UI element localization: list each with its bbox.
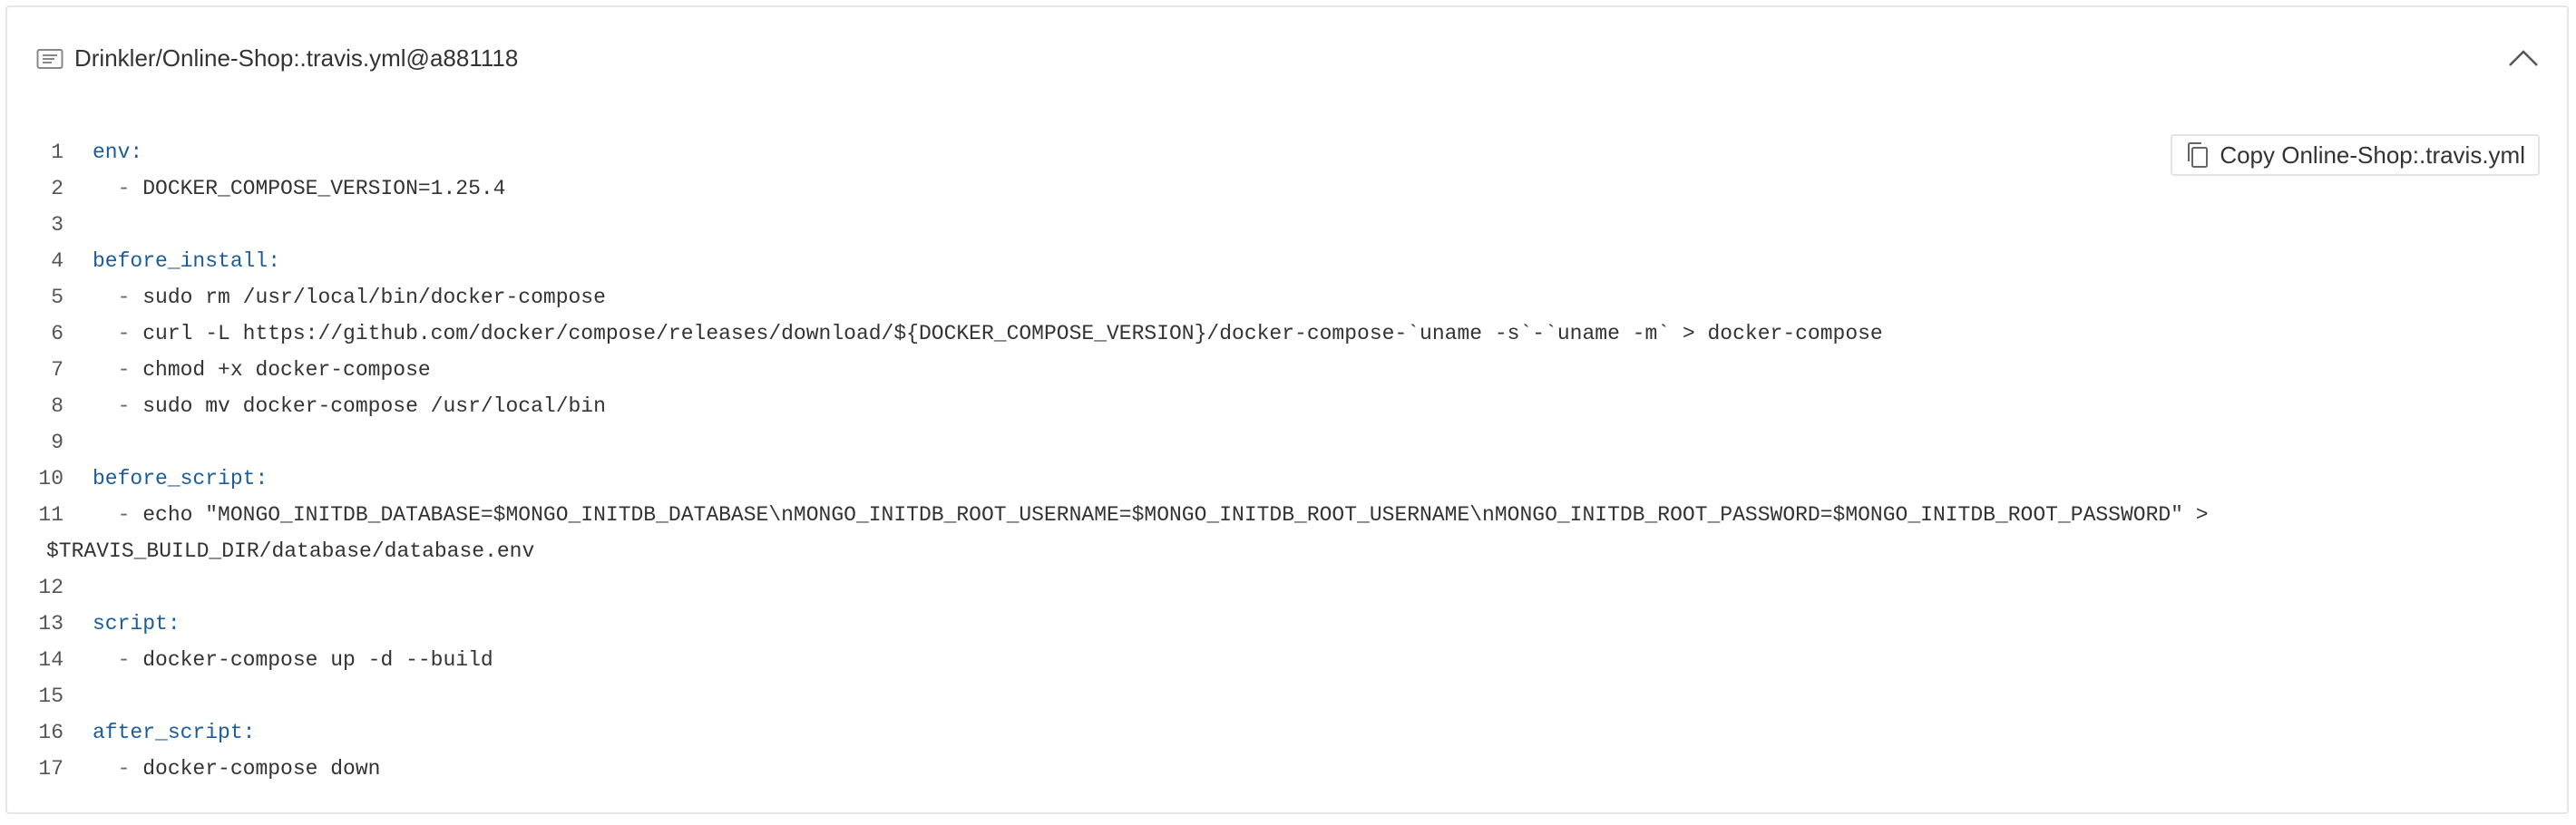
- line-number: 6: [51, 322, 63, 345]
- code-line: 5 - sudo rm /usr/local/bin/docker-compos…: [7, 279, 2567, 315]
- line-number: 9: [51, 431, 63, 454]
- yaml-value: sudo mv docker-compose /usr/local/bin: [142, 394, 606, 418]
- line-number: 1: [51, 141, 63, 164]
- file-title: Drinkler/Online-Shop:.travis.yml@a881118: [74, 44, 519, 72]
- line-number: 2: [51, 177, 63, 200]
- line-content: - echo "MONGO_INITDB_DATABASE=$MONGO_INI…: [93, 497, 2209, 533]
- line-content: after_script:: [93, 714, 255, 751]
- line-content: - sudo rm /usr/local/bin/docker-compose: [93, 279, 606, 315]
- line-content: - docker-compose up -d --build: [93, 642, 493, 678]
- yaml-list-dash: -: [93, 286, 143, 309]
- line-number: 16: [38, 721, 63, 744]
- yaml-list-dash: -: [93, 394, 143, 418]
- line-content: - DOCKER_COMPOSE_VERSION=1.25.4: [93, 170, 506, 207]
- yaml-key: env: [93, 141, 131, 164]
- line-content: before_script:: [93, 461, 268, 497]
- file-code-icon: [36, 49, 63, 69]
- line-number: 8: [51, 394, 63, 418]
- code-line: 10 before_script:: [7, 461, 2567, 497]
- code-line: 1 env:: [7, 134, 2567, 170]
- line-content: - chmod +x docker-compose: [93, 352, 431, 388]
- line-number: 4: [51, 249, 63, 273]
- yaml-list-dash: -: [93, 503, 143, 527]
- line-number: 11: [38, 503, 63, 527]
- yaml-colon: :: [167, 612, 181, 636]
- wrapped-continuation: $TRAVIS_BUILD_DIR/database/database.env: [46, 539, 535, 563]
- code-line: 13 script:: [7, 606, 2567, 642]
- line-content: before_install:: [93, 243, 280, 279]
- yaml-value: docker-compose down: [142, 757, 381, 781]
- code-line: 15: [7, 678, 2567, 714]
- yaml-colon: :: [242, 721, 256, 744]
- yaml-value: DOCKER_COMPOSE_VERSION=1.25.4: [142, 177, 506, 200]
- yaml-list-dash: -: [93, 322, 143, 345]
- line-content: env:: [93, 134, 142, 170]
- code-line-wrap: $TRAVIS_BUILD_DIR/database/database.env: [7, 533, 2567, 569]
- line-number: 15: [38, 684, 63, 708]
- line-number: 3: [51, 213, 63, 237]
- yaml-value: echo "MONGO_INITDB_DATABASE=$MONGO_INITD…: [142, 503, 2209, 527]
- code-line: 8 - sudo mv docker-compose /usr/local/bi…: [7, 388, 2567, 424]
- yaml-key: after_script: [93, 721, 243, 744]
- code-line: 17 - docker-compose down: [7, 751, 2567, 787]
- code-line: 4 before_install:: [7, 243, 2567, 279]
- code-line: 9: [7, 424, 2567, 461]
- line-number: 14: [38, 648, 63, 672]
- line-content: - docker-compose down: [93, 751, 381, 787]
- line-number: 5: [51, 286, 63, 309]
- embed-header: Drinkler/Online-Shop:.travis.yml@a881118: [7, 7, 2567, 102]
- line-content: script:: [93, 606, 181, 642]
- code-embed-panel: Drinkler/Online-Shop:.travis.yml@a881118…: [5, 5, 2569, 814]
- yaml-value: docker-compose up -d --build: [142, 648, 493, 672]
- code-line: 16 after_script:: [7, 714, 2567, 751]
- line-number: 7: [51, 358, 63, 382]
- code-line: 11 - echo "MONGO_INITDB_DATABASE=$MONGO_…: [7, 497, 2567, 533]
- yaml-value: curl -L https://github.com/docker/compos…: [142, 322, 1883, 345]
- yaml-value: chmod +x docker-compose: [142, 358, 431, 382]
- code-line: 2 - DOCKER_COMPOSE_VERSION=1.25.4: [7, 170, 2567, 207]
- yaml-list-dash: -: [93, 757, 143, 781]
- line-content: - curl -L https://github.com/docker/comp…: [93, 315, 1883, 352]
- line-number: 10: [38, 467, 63, 490]
- line-number: 17: [38, 757, 63, 781]
- yaml-colon: :: [255, 467, 268, 490]
- code-line: 7 - chmod +x docker-compose: [7, 352, 2567, 388]
- yaml-colon: :: [268, 249, 281, 273]
- yaml-list-dash: -: [93, 177, 143, 200]
- line-number: 13: [38, 612, 63, 636]
- yaml-key: before_script: [93, 467, 256, 490]
- code-line: 12: [7, 569, 2567, 606]
- yaml-key: script: [93, 612, 168, 636]
- yaml-key: before_install: [93, 249, 268, 273]
- yaml-colon: :: [130, 141, 143, 164]
- code-block: 1 env: 2 - DOCKER_COMPOSE_VERSION=1.25.4 3 4…: [7, 134, 2567, 787]
- yaml-list-dash: -: [93, 648, 143, 672]
- line-number: 12: [38, 576, 63, 599]
- chevron-up-icon[interactable]: [2505, 44, 2542, 71]
- code-line: 3: [7, 207, 2567, 243]
- code-line: 14 - docker-compose up -d --build: [7, 642, 2567, 678]
- code-line: 6 - curl -L https://github.com/docker/co…: [7, 315, 2567, 352]
- yaml-value: sudo rm /usr/local/bin/docker-compose: [142, 286, 606, 309]
- yaml-list-dash: -: [93, 358, 143, 382]
- line-content: - sudo mv docker-compose /usr/local/bin: [93, 388, 606, 424]
